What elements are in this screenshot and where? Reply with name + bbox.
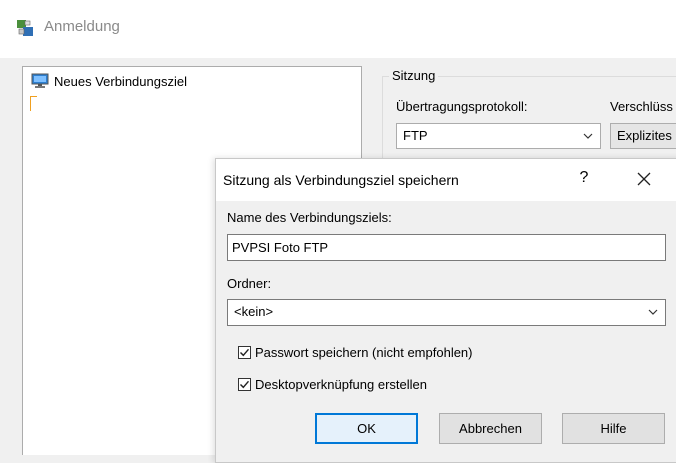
- encryption-select[interactable]: Explizites: [610, 123, 676, 149]
- desktop-shortcut-checkbox[interactable]: [238, 378, 251, 391]
- app-icon: [17, 20, 33, 36]
- folder-value: <kein>: [234, 304, 274, 319]
- session-group: Sitzung: [382, 68, 676, 166]
- tree-item-new-site[interactable]: Neues Verbindungsziel: [31, 71, 187, 91]
- help-dialog-button[interactable]: Hilfe: [562, 413, 665, 444]
- ok-button[interactable]: OK: [315, 413, 418, 444]
- protocol-label: Übertragungsprotokoll:: [396, 99, 528, 114]
- chevron-down-icon: [583, 133, 593, 139]
- session-group-label: Sitzung: [389, 68, 439, 83]
- protocol-value: FTP: [403, 128, 428, 143]
- folder-select[interactable]: <kein>: [227, 299, 666, 326]
- tree-item-label: Neues Verbindungsziel: [54, 73, 187, 89]
- dialog-title-bar: Sitzung als Verbindungsziel speichern ?: [216, 159, 676, 201]
- window-title: Anmeldung: [44, 18, 120, 35]
- save-session-dialog: Sitzung als Verbindungsziel speichern ? …: [215, 158, 676, 463]
- save-password-label: Passwort speichern (nicht empfohlen): [255, 345, 473, 360]
- protocol-select[interactable]: FTP: [396, 123, 601, 149]
- checkmark-icon: [240, 380, 250, 389]
- dialog-title: Sitzung als Verbindungsziel speichern: [223, 172, 459, 188]
- help-button[interactable]: ?: [574, 169, 594, 187]
- site-name-label: Name des Verbindungsziels:: [227, 210, 392, 225]
- tree-insertion-marker: [30, 96, 37, 111]
- computer-icon: [31, 73, 49, 88]
- save-password-checkbox-row[interactable]: Passwort speichern (nicht empfohlen): [238, 345, 473, 360]
- desktop-shortcut-label: Desktopverknüpfung erstellen: [255, 377, 427, 392]
- site-name-input[interactable]: [227, 234, 666, 261]
- desktop-shortcut-checkbox-row[interactable]: Desktopverknüpfung erstellen: [238, 377, 427, 392]
- main-title-bar: Anmeldung: [0, 0, 676, 58]
- encryption-value: Explizites: [617, 128, 672, 143]
- encryption-label: Verschlüss: [610, 99, 673, 114]
- folder-label: Ordner:: [227, 276, 272, 291]
- cancel-button[interactable]: Abbrechen: [439, 413, 542, 444]
- close-icon[interactable]: [636, 171, 652, 187]
- checkmark-icon: [240, 348, 250, 357]
- chevron-down-icon: [648, 309, 658, 315]
- save-password-checkbox[interactable]: [238, 346, 251, 359]
